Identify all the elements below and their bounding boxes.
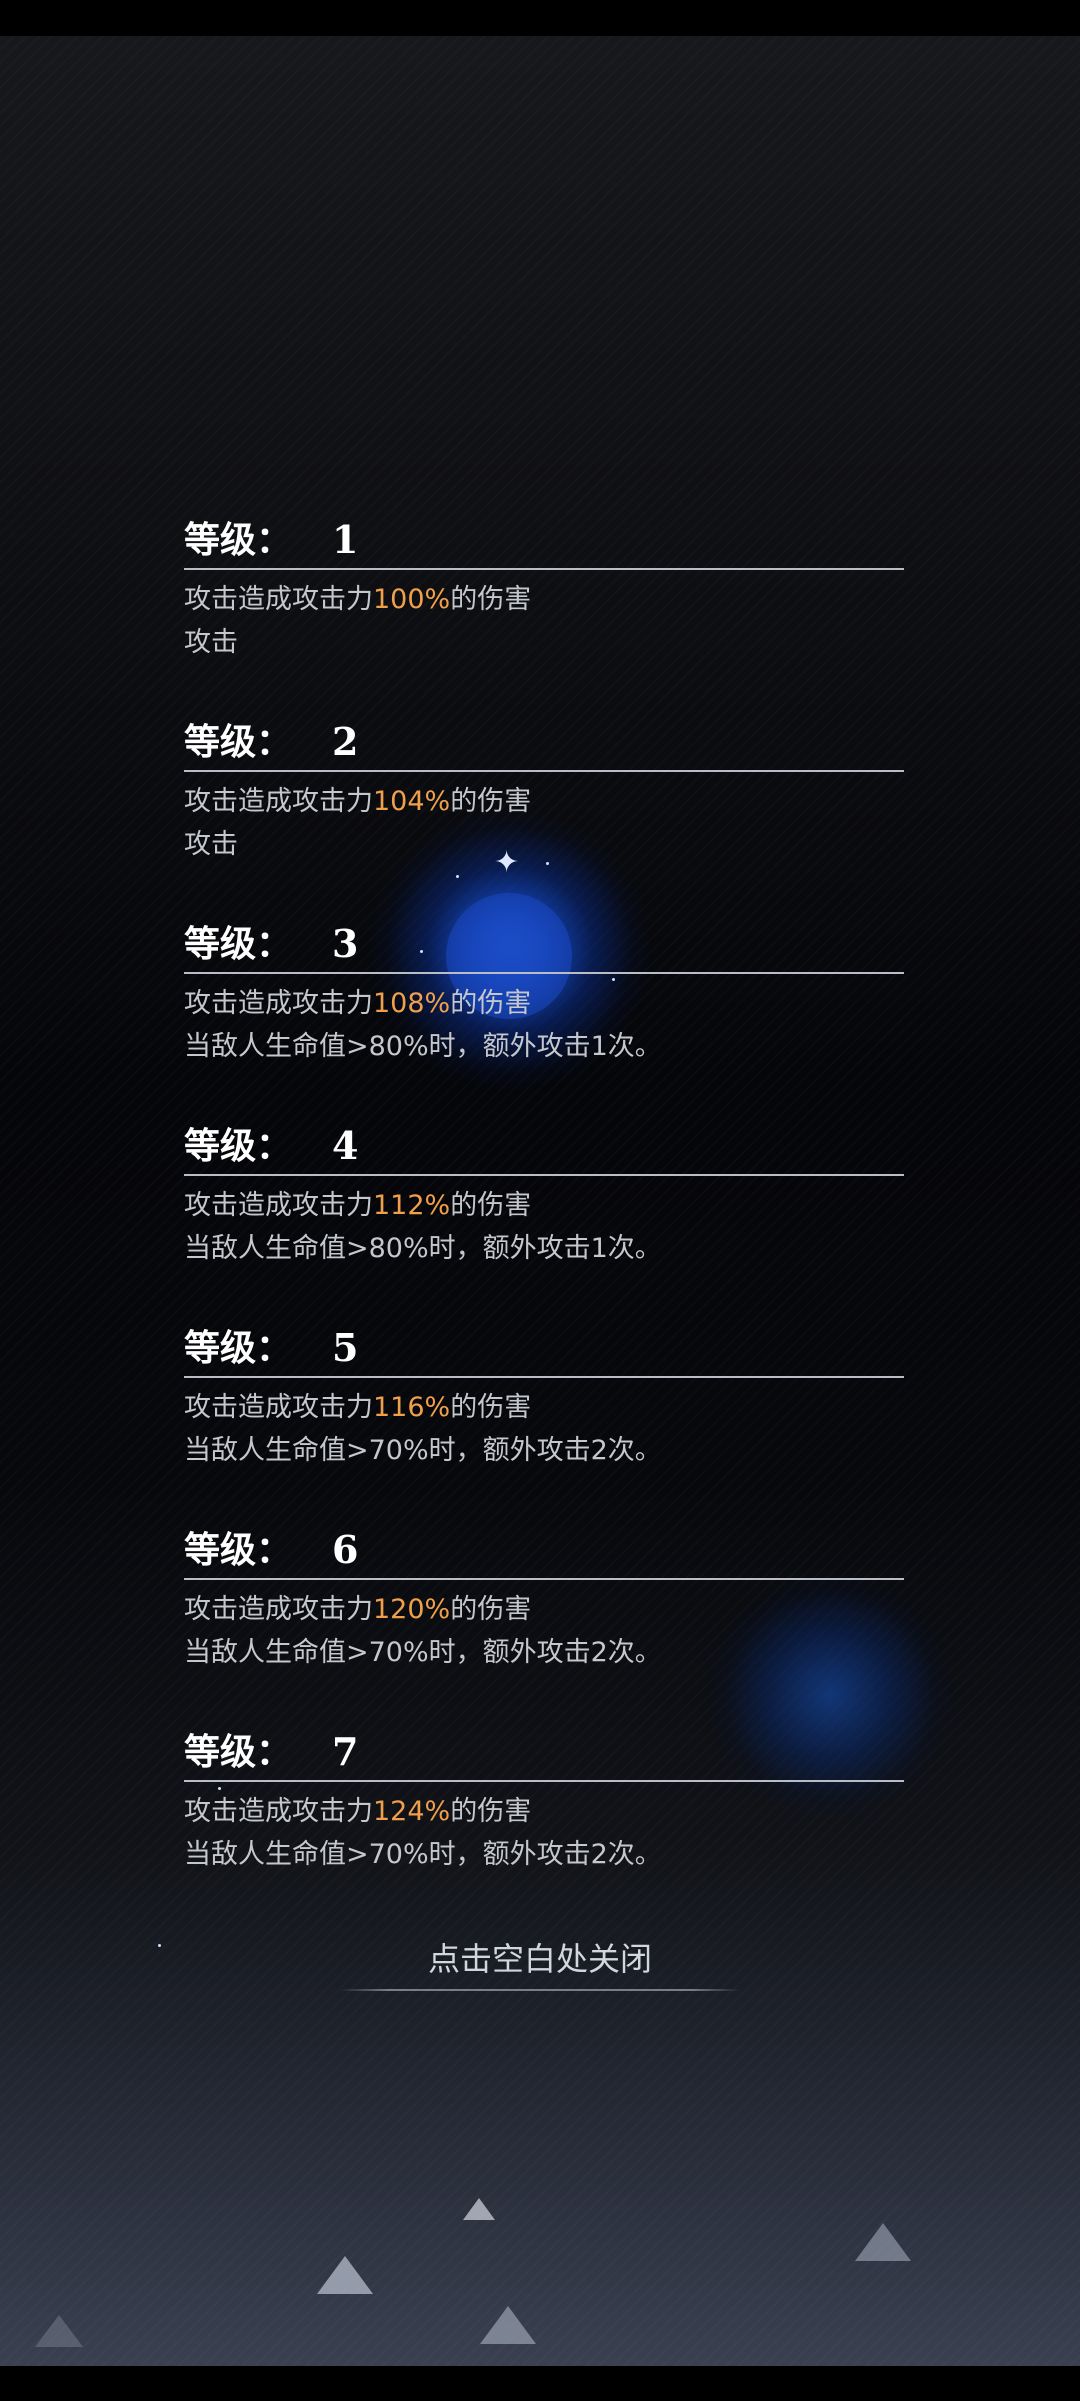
- skill-level-overlay[interactable]: ✦ 等级： 1 攻击造成攻击力100%的伤害 攻击 等级： 2 攻击造成攻击力1…: [0, 0, 1080, 2401]
- extra-effect-line: 攻击: [184, 829, 238, 860]
- level-label: 等级：: [184, 1731, 293, 1773]
- damage-suffix: 的伤害: [450, 1392, 532, 1423]
- level-label: 等级：: [184, 923, 293, 965]
- level-entry: 等级： 1 攻击造成攻击力100%的伤害 攻击: [184, 510, 904, 712]
- damage-text: 攻击造成攻击力: [184, 988, 373, 1019]
- level-entry: 等级： 2 攻击造成攻击力104%的伤害 攻击: [184, 712, 904, 914]
- damage-line: 攻击造成攻击力116%的伤害: [184, 1386, 904, 1429]
- level-header: 等级： 4: [184, 1116, 904, 1176]
- triangle-icon: [855, 2223, 911, 2261]
- level-label: 等级：: [184, 1327, 293, 1369]
- level-description: 攻击造成攻击力108%的伤害 当敌人生命值>80%时，额外攻击1次。: [184, 982, 904, 1068]
- level-description: 攻击造成攻击力116%的伤害 当敌人生命值>70%时，额外攻击2次。: [184, 1386, 904, 1472]
- level-number: 6: [332, 1527, 359, 1572]
- damage-text: 攻击造成攻击力: [184, 786, 373, 817]
- level-number: 4: [332, 1123, 359, 1168]
- triangle-icon: [480, 2306, 536, 2344]
- level-entry: 等级： 7 攻击造成攻击力124%的伤害 当敌人生命值>70%时，额外攻击2次。: [184, 1722, 904, 1924]
- level-entry: 等级： 3 攻击造成攻击力108%的伤害 当敌人生命值>80%时，额外攻击1次。: [184, 914, 904, 1116]
- damage-percent: 108%: [373, 988, 451, 1019]
- extra-effect-line: 当敌人生命值>70%时，额外攻击2次。: [184, 1637, 662, 1668]
- level-header: 等级： 7: [184, 1722, 904, 1782]
- damage-line: 攻击造成攻击力120%的伤害: [184, 1588, 904, 1631]
- level-entry: 等级： 6 攻击造成攻击力120%的伤害 当敌人生命值>70%时，额外攻击2次。: [184, 1520, 904, 1722]
- extra-effect-line: 当敌人生命值>80%时，额外攻击1次。: [184, 1031, 662, 1062]
- damage-line: 攻击造成攻击力112%的伤害: [184, 1184, 904, 1227]
- triangle-icon: [317, 2256, 373, 2294]
- damage-suffix: 的伤害: [450, 1796, 532, 1827]
- damage-percent: 124%: [373, 1796, 451, 1827]
- damage-text: 攻击造成攻击力: [184, 1392, 373, 1423]
- level-entry: 等级： 4 攻击造成攻击力112%的伤害 当敌人生命值>80%时，额外攻击1次。: [184, 1116, 904, 1318]
- level-description: 攻击造成攻击力104%的伤害 攻击: [184, 780, 904, 866]
- level-number: 5: [332, 1325, 359, 1370]
- level-description: 攻击造成攻击力124%的伤害 当敌人生命值>70%时，额外攻击2次。: [184, 1790, 904, 1876]
- damage-percent: 112%: [373, 1190, 451, 1221]
- extra-effect-line: 当敌人生命值>70%时，额外攻击2次。: [184, 1435, 662, 1466]
- damage-text: 攻击造成攻击力: [184, 1190, 373, 1221]
- star-dot: [158, 1944, 161, 1947]
- level-label: 等级：: [184, 1125, 293, 1167]
- damage-text: 攻击造成攻击力: [184, 1796, 373, 1827]
- damage-suffix: 的伤害: [450, 1190, 532, 1221]
- damage-line: 攻击造成攻击力104%的伤害: [184, 780, 904, 823]
- level-description: 攻击造成攻击力112%的伤害 当敌人生命值>80%时，额外攻击1次。: [184, 1184, 904, 1270]
- level-header: 等级： 6: [184, 1520, 904, 1580]
- level-entry: 等级： 5 攻击造成攻击力116%的伤害 当敌人生命值>70%时，额外攻击2次。: [184, 1318, 904, 1520]
- level-number: 1: [332, 517, 359, 562]
- level-label: 等级：: [184, 519, 293, 561]
- damage-line: 攻击造成攻击力124%的伤害: [184, 1790, 904, 1833]
- level-number: 2: [332, 719, 359, 764]
- damage-percent: 104%: [373, 786, 451, 817]
- extra-effect-line: 当敌人生命值>70%时，额外攻击2次。: [184, 1839, 662, 1870]
- level-header: 等级： 2: [184, 712, 904, 772]
- level-header: 等级： 1: [184, 510, 904, 570]
- damage-suffix: 的伤害: [450, 1594, 532, 1625]
- level-header: 等级： 3: [184, 914, 904, 974]
- level-number: 7: [332, 1729, 359, 1774]
- damage-suffix: 的伤害: [450, 988, 532, 1019]
- damage-percent: 120%: [373, 1594, 451, 1625]
- damage-suffix: 的伤害: [450, 584, 532, 615]
- level-description: 攻击造成攻击力120%的伤害 当敌人生命值>70%时，额外攻击2次。: [184, 1588, 904, 1674]
- level-header: 等级： 5: [184, 1318, 904, 1378]
- extra-effect-line: 当敌人生命值>80%时，额外攻击1次。: [184, 1233, 662, 1264]
- triangle-icon: [463, 2198, 495, 2220]
- damage-line: 攻击造成攻击力100%的伤害: [184, 578, 904, 621]
- level-number: 3: [332, 921, 359, 966]
- triangle-icon: [35, 2315, 83, 2347]
- extra-effect-line: 攻击: [184, 627, 238, 658]
- level-list: 等级： 1 攻击造成攻击力100%的伤害 攻击 等级： 2 攻击造成攻击力104…: [184, 510, 904, 1924]
- level-description: 攻击造成攻击力100%的伤害 攻击: [184, 578, 904, 664]
- close-hint-underline: [340, 1989, 740, 1991]
- damage-percent: 116%: [373, 1392, 451, 1423]
- damage-line: 攻击造成攻击力108%的伤害: [184, 982, 904, 1025]
- level-label: 等级：: [184, 721, 293, 763]
- close-hint-button[interactable]: 点击空白处关闭: [340, 1935, 740, 1983]
- damage-percent: 100%: [373, 584, 451, 615]
- damage-suffix: 的伤害: [450, 786, 532, 817]
- level-label: 等级：: [184, 1529, 293, 1571]
- damage-text: 攻击造成攻击力: [184, 1594, 373, 1625]
- damage-text: 攻击造成攻击力: [184, 584, 373, 615]
